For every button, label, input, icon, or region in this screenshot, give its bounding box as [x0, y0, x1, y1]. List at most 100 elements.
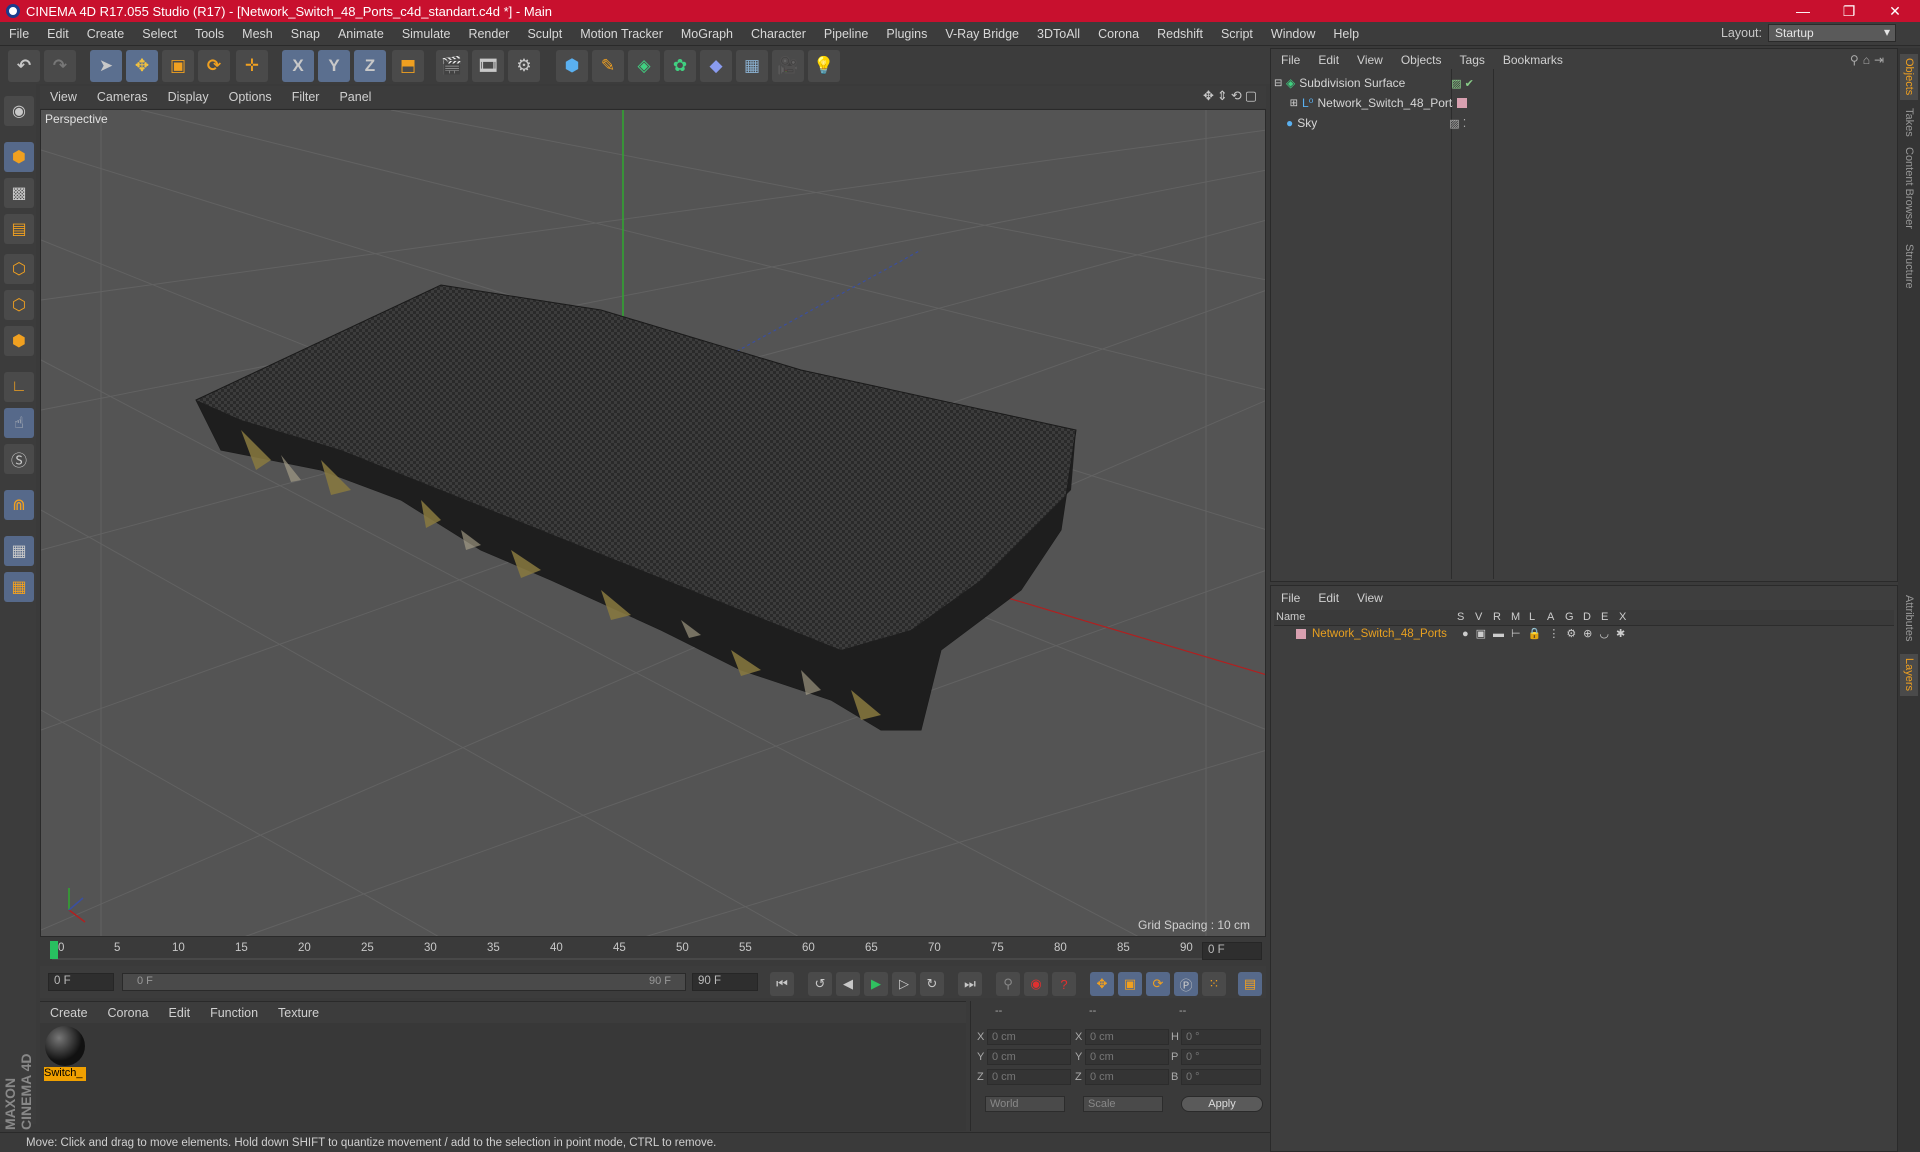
- move-icon[interactable]: ✥: [126, 50, 158, 82]
- expand-icon[interactable]: ⊞: [1274, 98, 1298, 109]
- tab-content-browser[interactable]: Content Browser: [1900, 144, 1918, 232]
- render-view-icon[interactable]: 🎬: [436, 50, 468, 82]
- tab-takes[interactable]: Takes: [1900, 104, 1918, 140]
- object-row[interactable]: ● Sky ▨ ⁚: [1274, 113, 1890, 133]
- start-frame-field[interactable]: 0 F: [48, 973, 114, 991]
- viewport-menu-cameras[interactable]: Cameras: [87, 90, 158, 104]
- object-row[interactable]: ⊟ ◈ Subdivision Surface ▨ ✔: [1274, 73, 1890, 93]
- material-menu-create[interactable]: Create: [40, 1006, 98, 1020]
- om-search-home-icons[interactable]: ⚲⌂⇥: [1850, 53, 1888, 67]
- end-frame-field[interactable]: 90 F: [692, 973, 758, 991]
- workplane-lock-icon[interactable]: ▦: [4, 536, 34, 566]
- key-parameter-icon[interactable]: Ⓟ: [1174, 972, 1198, 996]
- timeline-window-icon[interactable]: ▤: [1238, 972, 1262, 996]
- record-icon[interactable]: ◉: [1024, 972, 1048, 996]
- undo-icon[interactable]: ↶: [8, 50, 40, 82]
- minimize-button[interactable]: —: [1780, 0, 1826, 22]
- rotation-h-field[interactable]: 0 °: [1181, 1029, 1261, 1045]
- key-scale-icon[interactable]: ▣: [1118, 972, 1142, 996]
- viewport-menu-options[interactable]: Options: [219, 90, 282, 104]
- x-axis-lock-button[interactable]: X: [282, 50, 314, 82]
- om-menu-tags[interactable]: Tags: [1451, 53, 1494, 67]
- keyframe-selection-icon[interactable]: ⚲: [996, 972, 1020, 996]
- menu-select[interactable]: Select: [133, 27, 186, 41]
- tab-attributes[interactable]: Attributes: [1900, 588, 1918, 648]
- material-menu-texture[interactable]: Texture: [268, 1006, 329, 1020]
- tab-structure[interactable]: Structure: [1900, 238, 1918, 294]
- lm-menu-edit[interactable]: Edit: [1309, 591, 1348, 605]
- size-x-field[interactable]: 0 cm: [1085, 1029, 1169, 1045]
- floor-scene-icon[interactable]: ▦: [736, 50, 768, 82]
- key-position-icon[interactable]: ✥: [1090, 972, 1114, 996]
- make-editable-icon[interactable]: ◉: [4, 96, 34, 126]
- menu-animate[interactable]: Animate: [329, 27, 393, 41]
- menu-help[interactable]: Help: [1324, 27, 1368, 41]
- locked-workplane-icon[interactable]: ▦: [4, 572, 34, 602]
- visibility-checks[interactable]: ▨ ⁚: [1449, 117, 1466, 130]
- points-mode-icon[interactable]: ⬡: [4, 254, 34, 284]
- layer-color-swatch[interactable]: [1296, 629, 1306, 639]
- render-picture-viewer-icon[interactable]: 🎞: [472, 50, 504, 82]
- visibility-checks[interactable]: ▨ ✔: [1451, 77, 1474, 90]
- go-to-end-icon[interactable]: ⏭: [958, 972, 982, 996]
- viewport-menu-display[interactable]: Display: [158, 90, 219, 104]
- material-menu-function[interactable]: Function: [200, 1006, 268, 1020]
- menu-script[interactable]: Script: [1212, 27, 1262, 41]
- coordinate-system-icon[interactable]: ⬒: [392, 50, 424, 82]
- size-z-field[interactable]: 0 cm: [1085, 1069, 1169, 1085]
- playhead-marker[interactable]: [50, 941, 58, 959]
- menu-create[interactable]: Create: [78, 27, 134, 41]
- solo-mode-icon[interactable]: Ⓢ: [4, 444, 34, 474]
- position-y-field[interactable]: 0 cm: [987, 1049, 1071, 1065]
- next-frame-icon[interactable]: ▷: [892, 972, 916, 996]
- menu-vray-bridge[interactable]: V-Ray Bridge: [936, 27, 1028, 41]
- timeline-ruler[interactable]: 0 5 10 15 20 25 30 35 40 45 50 55 60 65 …: [40, 937, 1266, 965]
- layer-row[interactable]: Network_Switch_48_Ports ●▣▬⊢🔒⋮⚙⊕◡✱: [1274, 627, 1894, 643]
- menu-snap[interactable]: Snap: [282, 27, 329, 41]
- layer-flag-icons[interactable]: ●▣▬⊢🔒⋮⚙⊕◡✱: [1462, 627, 1632, 640]
- previous-key-icon[interactable]: ↺: [808, 972, 832, 996]
- om-menu-view[interactable]: View: [1348, 53, 1392, 67]
- tab-objects[interactable]: Objects: [1900, 54, 1918, 100]
- menu-window[interactable]: Window: [1262, 27, 1324, 41]
- snap-magnet-icon[interactable]: ⋒: [4, 490, 34, 520]
- frame-range-slider[interactable]: 0 F 90 F: [122, 973, 686, 991]
- tweak-mode-icon[interactable]: ☝: [4, 408, 34, 438]
- rotation-b-field[interactable]: 0 °: [1181, 1069, 1261, 1085]
- workplane-icon[interactable]: ▤: [4, 214, 34, 244]
- z-axis-lock-button[interactable]: Z: [354, 50, 386, 82]
- cube-primitive-icon[interactable]: ⬢: [556, 50, 588, 82]
- scale-icon[interactable]: ▣: [162, 50, 194, 82]
- coordinate-space-dropdown[interactable]: World: [985, 1096, 1065, 1112]
- size-mode-dropdown[interactable]: Scale: [1083, 1096, 1163, 1112]
- material-swatch[interactable]: Switch_: [44, 1025, 86, 1081]
- close-button[interactable]: ✕: [1872, 0, 1918, 22]
- render-settings-icon[interactable]: ⚙: [508, 50, 540, 82]
- tab-layers[interactable]: Layers: [1900, 654, 1918, 696]
- key-pla-icon[interactable]: ⁙: [1202, 972, 1226, 996]
- om-menu-file[interactable]: File: [1272, 53, 1309, 67]
- polygons-mode-icon[interactable]: ⬢: [4, 326, 34, 356]
- pen-spline-icon[interactable]: ✎: [592, 50, 624, 82]
- viewport-menu-view[interactable]: View: [40, 90, 87, 104]
- menu-3dtoall[interactable]: 3DToAll: [1028, 27, 1089, 41]
- subdivision-surface-icon[interactable]: ◈: [628, 50, 660, 82]
- material-menu-corona[interactable]: Corona: [98, 1006, 159, 1020]
- om-menu-edit[interactable]: Edit: [1309, 53, 1348, 67]
- deformer-icon[interactable]: ◆: [700, 50, 732, 82]
- menu-mesh[interactable]: Mesh: [233, 27, 282, 41]
- menu-character[interactable]: Character: [742, 27, 815, 41]
- menu-corona[interactable]: Corona: [1089, 27, 1148, 41]
- light-icon[interactable]: 💡: [808, 50, 840, 82]
- om-menu-objects[interactable]: Objects: [1392, 53, 1451, 67]
- key-rotation-icon[interactable]: ⟳: [1146, 972, 1170, 996]
- next-key-icon[interactable]: ↻: [920, 972, 944, 996]
- viewport-navigation-icon[interactable]: ✥⇕⟲▢: [1203, 88, 1260, 104]
- edges-mode-icon[interactable]: ⬡: [4, 290, 34, 320]
- viewport-menu-panel[interactable]: Panel: [329, 90, 381, 104]
- select-arrow-icon[interactable]: ➤: [90, 50, 122, 82]
- layout-dropdown[interactable]: Startup: [1768, 24, 1896, 42]
- 3d-viewport[interactable]: [40, 109, 1266, 937]
- object-row[interactable]: ⊞ L⁰ Network_Switch_48_Ports: [1274, 93, 1890, 113]
- rotate-icon[interactable]: ⟳: [198, 50, 230, 82]
